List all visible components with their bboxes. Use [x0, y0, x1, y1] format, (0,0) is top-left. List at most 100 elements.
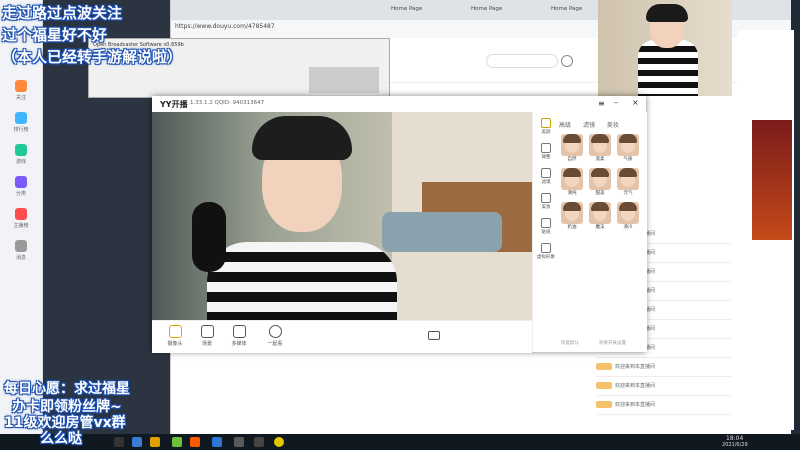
tab-makeup[interactable]: 美妆 — [607, 122, 619, 129]
gamepad-icon — [15, 144, 27, 156]
face-thumbnail — [589, 202, 611, 224]
browser-tab[interactable]: Home Page — [551, 6, 582, 12]
taskbar-app-icon[interactable] — [234, 437, 244, 447]
face-preset[interactable]: 魔法 — [589, 202, 611, 232]
sidebar-item-category[interactable]: 分类 — [6, 176, 36, 197]
face-thumbnail — [589, 134, 611, 156]
effects-side-beauty[interactable]: 美颜 — [535, 118, 557, 141]
yy-logo: YY开播 — [160, 100, 188, 109]
overlay-caption-1: 走过路过点波关注 — [2, 4, 123, 22]
effects-side-shape[interactable]: 微整 — [535, 143, 557, 166]
watch-icon — [268, 325, 282, 338]
effects-side-avatar[interactable]: 虚拟形象 — [535, 243, 557, 266]
heart-icon — [15, 80, 27, 92]
effects-sidebar: 美颜 微整 滤镜 美妆 贴纸 虚拟形象 — [535, 116, 557, 266]
minimize-icon[interactable]: – — [614, 98, 618, 107]
taskbar-edge-icon[interactable] — [132, 437, 142, 447]
windows-taskbar: 18:04 2021/6/29 — [0, 434, 800, 450]
taskbar-app-icon[interactable] — [254, 437, 264, 447]
chat-text: 欢迎来到本直播间 — [615, 383, 656, 389]
face-thumbnail — [617, 168, 639, 190]
face-preset[interactable]: 清纯 — [561, 168, 583, 198]
star-icon — [15, 208, 27, 220]
effects-side-sticker[interactable]: 贴纸 — [535, 218, 557, 241]
search-icon[interactable] — [561, 55, 573, 67]
taskbar-app-icon[interactable] — [212, 437, 222, 447]
effects-side-filter[interactable]: 滤镜 — [535, 168, 557, 191]
makeup-icon — [541, 193, 551, 203]
effects-tabs: 高级 滤镜 美妆 — [559, 120, 629, 129]
chat-text: 欢迎来到本直播间 — [615, 402, 656, 408]
face-thumbnail — [617, 202, 639, 224]
face-preset[interactable]: 清冷 — [617, 202, 639, 232]
face-preset[interactable]: 自然 — [561, 134, 583, 164]
yy-titlebar: YY开播 1.33.1.2 QQID: 940313647 ≡ – × — [152, 96, 646, 113]
sidebar-item-anchor[interactable]: 主播榜 — [6, 208, 36, 229]
webcam-thumbnail — [598, 0, 732, 96]
face-thumbnail — [617, 134, 639, 156]
media-button[interactable]: 多媒体 — [224, 325, 254, 347]
scene-button[interactable]: 场景 — [192, 325, 222, 347]
sticker-icon — [541, 218, 551, 228]
overlay-caption-3: （本人已经转手游解说啦） — [2, 48, 183, 66]
menu-icon[interactable]: ≡ — [598, 99, 605, 108]
face-label: 气质 — [623, 157, 633, 162]
sidebar-item-rank[interactable]: 排行榜 — [6, 112, 36, 133]
effects-side-makeup[interactable]: 美妆 — [535, 193, 557, 216]
face-label: 元气 — [623, 191, 633, 196]
search-input[interactable] — [486, 54, 558, 68]
camera-icon — [168, 325, 182, 338]
face-label: 魔法 — [595, 225, 605, 230]
browser-tab[interactable]: Home Page — [471, 6, 502, 12]
level-badge — [596, 401, 612, 408]
tab-advanced[interactable]: 高级 — [559, 122, 571, 129]
clock-date[interactable]: 2021/6/29 — [722, 442, 748, 448]
face-thumbnail — [561, 202, 583, 224]
taskbar-yy-icon[interactable] — [274, 437, 284, 447]
ad-banner[interactable] — [752, 120, 792, 240]
face-preset[interactable]: 奶油 — [561, 202, 583, 232]
face-preset[interactable]: 温柔 — [589, 134, 611, 164]
camera-button[interactable]: 摄像头 — [160, 325, 190, 347]
yy-app-window: YY开播 1.33.1.2 QQID: 940313647 ≡ – × 摄像头 … — [152, 96, 647, 353]
address-url[interactable]: https://www.douyu.com/4785487 — [175, 23, 275, 30]
shape-icon — [541, 143, 551, 153]
taskbar-folder-icon[interactable] — [150, 437, 160, 447]
face-thumbnail — [561, 134, 583, 156]
face-label: 奶油 — [567, 225, 577, 230]
close-icon[interactable]: × — [632, 98, 639, 107]
yy-bottom-toolbar: 摄像头 场景 多媒体 一起看 — [152, 320, 532, 353]
watch-together-button[interactable]: 一起看 — [260, 325, 290, 347]
level-badge — [596, 382, 612, 389]
filter-icon — [541, 168, 551, 178]
sidebar-item-message[interactable]: 消息 — [6, 240, 36, 261]
browser-tab[interactable]: Home Page — [391, 6, 422, 12]
overlay-caption-2: 过个福星好不好 — [2, 26, 108, 44]
overlay-wish: 每日心愿：求过福星 — [4, 381, 130, 397]
taskbar-app-icon[interactable] — [190, 437, 200, 447]
avatar-icon — [541, 243, 551, 253]
chat-row: 欢迎来到本直播间 — [596, 401, 732, 415]
sidebar-item-game[interactable]: 游戏 — [6, 144, 36, 165]
chat-row: 欢迎来到本直播间 — [596, 382, 732, 396]
yy-version: 1.33.1.2 QQID: 940313647 — [190, 100, 265, 106]
face-preset[interactable]: 元气 — [617, 168, 639, 198]
taskbar-app-icon[interactable] — [172, 437, 182, 447]
reset-button[interactable]: 恢复默认 — [561, 340, 579, 346]
overlay-kiss: 么么哒 — [40, 431, 82, 447]
clock-time[interactable]: 18:04 — [726, 435, 743, 442]
grid-icon — [15, 176, 27, 188]
face-preset[interactable]: 气质 — [617, 134, 639, 164]
face-preset[interactable]: 甜美 — [589, 168, 611, 198]
chat-text: 欢迎来到本直播间 — [615, 364, 656, 370]
video-icon[interactable] — [428, 331, 440, 340]
tab-filter[interactable]: 滤镜 — [583, 122, 595, 129]
face-label: 清冷 — [623, 225, 633, 230]
effects-settings-link[interactable]: 效果开关设置 — [599, 340, 626, 346]
message-icon — [15, 240, 27, 252]
taskbar-app-icon[interactable] — [114, 437, 124, 447]
chat-row: 欢迎来到本直播间 — [596, 363, 732, 377]
sidebar-item-follow[interactable]: 关注 — [6, 80, 36, 101]
face-label: 清纯 — [567, 191, 577, 196]
camera-preview — [152, 112, 532, 320]
